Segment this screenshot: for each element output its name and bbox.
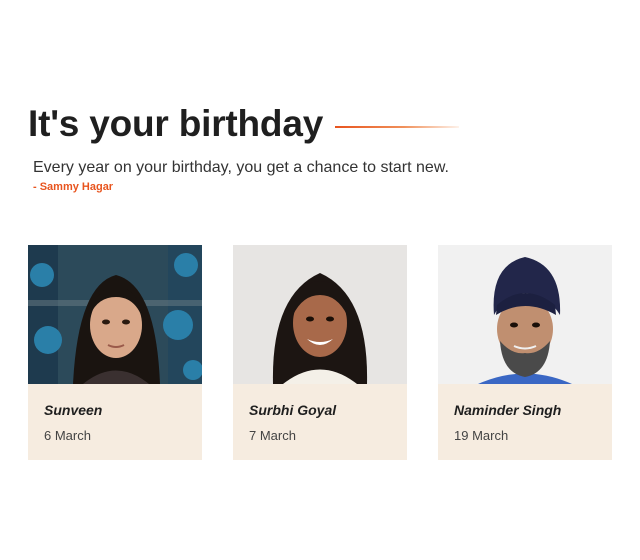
birthday-card[interactable]: Surbhi Goyal 7 March — [233, 245, 407, 460]
profile-photo — [438, 245, 612, 384]
title-accent-line — [335, 126, 460, 128]
quote-author: - Sammy Hagar — [33, 181, 114, 193]
profile-photo — [233, 245, 407, 384]
person-name: Sunveen — [44, 402, 103, 418]
page-title: It's your birthday — [28, 103, 324, 144]
profile-photo — [28, 245, 202, 384]
birthday-quote: Every year on your birthday, you get a c… — [33, 159, 449, 176]
person-name: Naminder Singh — [454, 402, 562, 418]
birthday-date: 7 March — [249, 428, 296, 443]
person-name: Surbhi Goyal — [249, 402, 337, 418]
birthday-section: It's your birthday Every year on your bi… — [0, 0, 640, 560]
birthday-card[interactable]: Naminder Singh 19 March — [438, 245, 612, 460]
section-header: It's your birthday — [28, 100, 460, 148]
birthday-card[interactable]: Sunveen 6 March — [28, 245, 202, 460]
birthday-date: 6 March — [44, 428, 91, 443]
birthday-date: 19 March — [454, 428, 509, 443]
